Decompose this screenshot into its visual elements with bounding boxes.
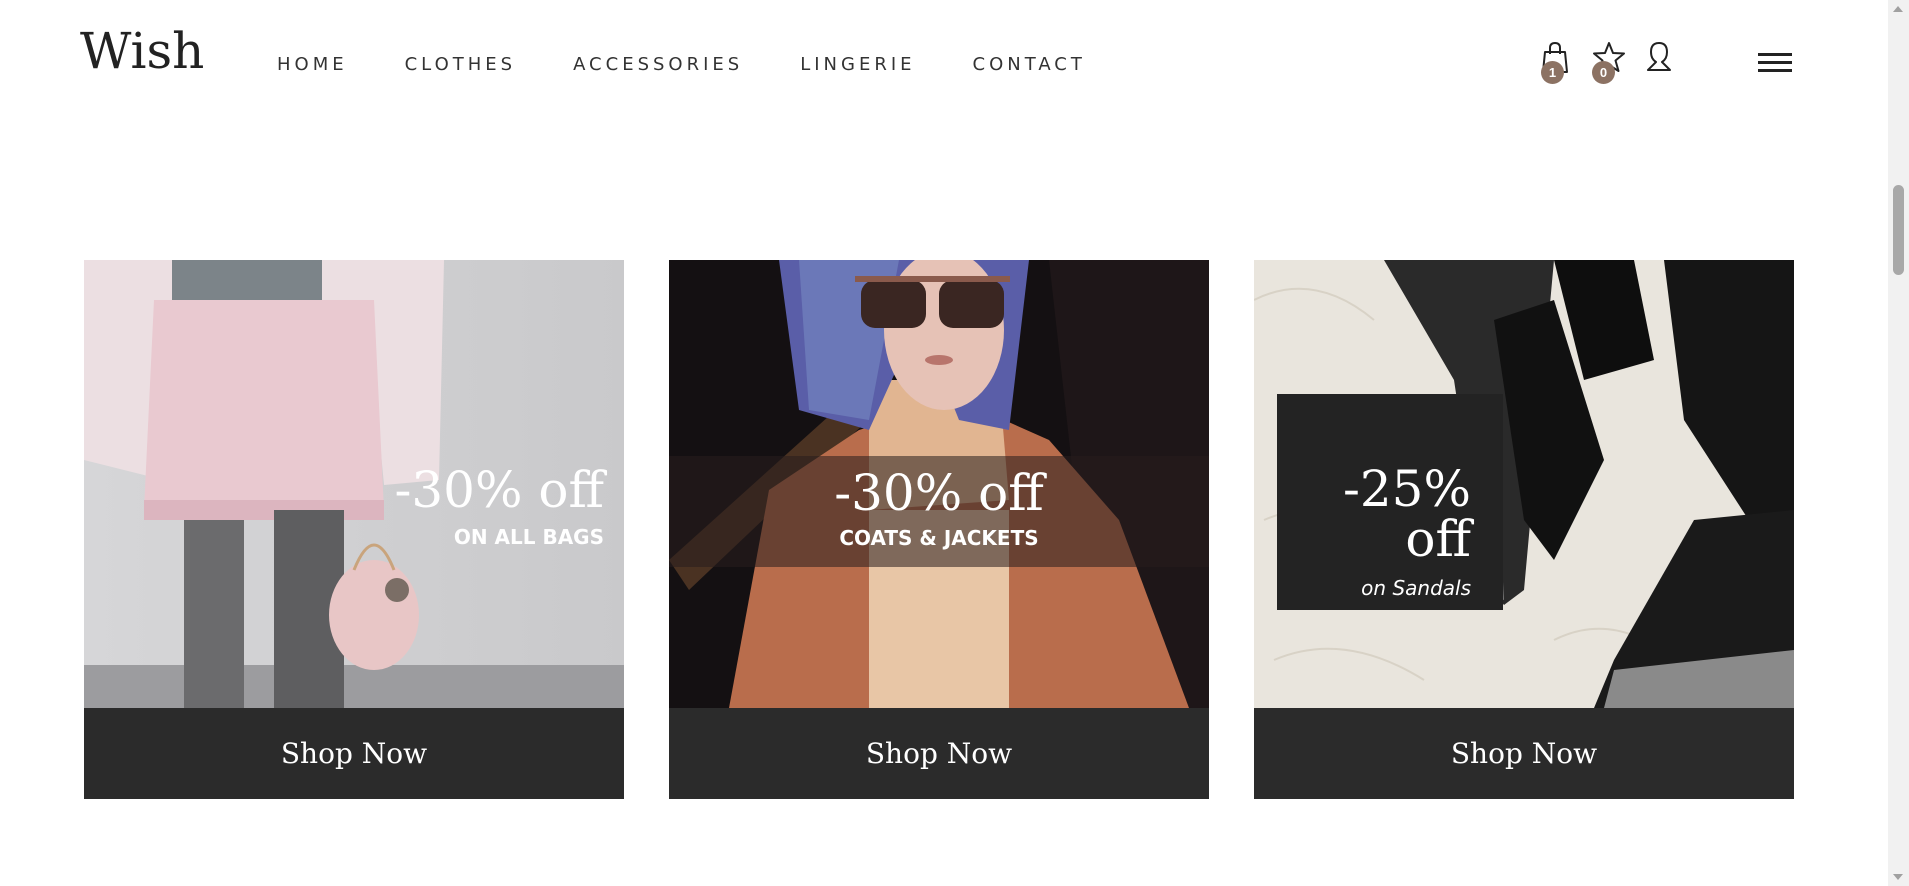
promo-card-sandals[interactable]: -25% off on Sandals Shop Now — [1254, 260, 1794, 799]
shop-now-button[interactable]: Shop Now — [84, 708, 624, 799]
main-nav: HOME CLOTHES ACCESSORIES LINGERIE CONTAC… — [277, 54, 1143, 76]
promo-text-coats: -30% off COATS & JACKETS — [669, 468, 1209, 548]
promo-image-sandals: -25% off on Sandals — [1254, 260, 1794, 708]
nav-home[interactable]: HOME — [277, 54, 348, 76]
hamburger-icon — [1758, 52, 1792, 74]
account-button[interactable] — [1644, 40, 1674, 74]
cart-count-badge: 1 — [1541, 61, 1564, 84]
page: Wish HOME CLOTHES ACCESSORIES LINGERIE C… — [0, 0, 1909, 886]
header-icons: 1 0 — [1540, 40, 1800, 90]
promo-discount: -25% off — [1342, 460, 1471, 568]
nav-clothes[interactable]: CLOTHES — [405, 54, 516, 76]
scroll-down-arrow-icon[interactable] — [1893, 874, 1903, 880]
site-header: Wish HOME CLOTHES ACCESSORIES LINGERIE C… — [0, 0, 1888, 130]
promo-box-sandals: -25% off on Sandals — [1277, 394, 1503, 610]
nav-lingerie[interactable]: LINGERIE — [800, 54, 915, 76]
promo-subtitle: ON ALL BAGS — [453, 525, 604, 549]
menu-button[interactable] — [1758, 52, 1792, 74]
nav-contact[interactable]: CONTACT — [973, 54, 1086, 76]
promo-card-coats[interactable]: -30% off COATS & JACKETS Shop Now — [669, 260, 1209, 799]
promo-discount: -30% off — [834, 464, 1044, 522]
promo-text-bags: -30% off ON ALL BAGS — [394, 465, 604, 547]
promo-card-bags[interactable]: -30% off ON ALL BAGS Shop Now — [84, 260, 624, 799]
promo-text-sandals: -25% off on Sandals — [1271, 464, 1471, 598]
promo-discount: -30% off — [394, 461, 604, 519]
shop-now-button[interactable]: Shop Now — [1254, 708, 1794, 799]
promo-image-coats: -30% off COATS & JACKETS — [669, 260, 1209, 708]
promo-subtitle: COATS & JACKETS — [839, 526, 1039, 550]
scrollbar-thumb[interactable] — [1893, 185, 1904, 275]
shop-now-button[interactable]: Shop Now — [669, 708, 1209, 799]
nav-accessories[interactable]: ACCESSORIES — [573, 54, 743, 76]
wishlist-count-badge: 0 — [1592, 61, 1615, 84]
page-scrollbar[interactable] — [1888, 0, 1909, 886]
promo-subtitle: on Sandals — [1361, 576, 1471, 600]
user-icon — [1644, 40, 1674, 74]
promo-section: -30% off ON ALL BAGS Shop Now -30% off C… — [84, 260, 1794, 799]
scroll-up-arrow-icon[interactable] — [1893, 6, 1903, 12]
site-logo[interactable]: Wish — [80, 26, 204, 76]
promo-image-bags: -30% off ON ALL BAGS — [84, 260, 624, 708]
